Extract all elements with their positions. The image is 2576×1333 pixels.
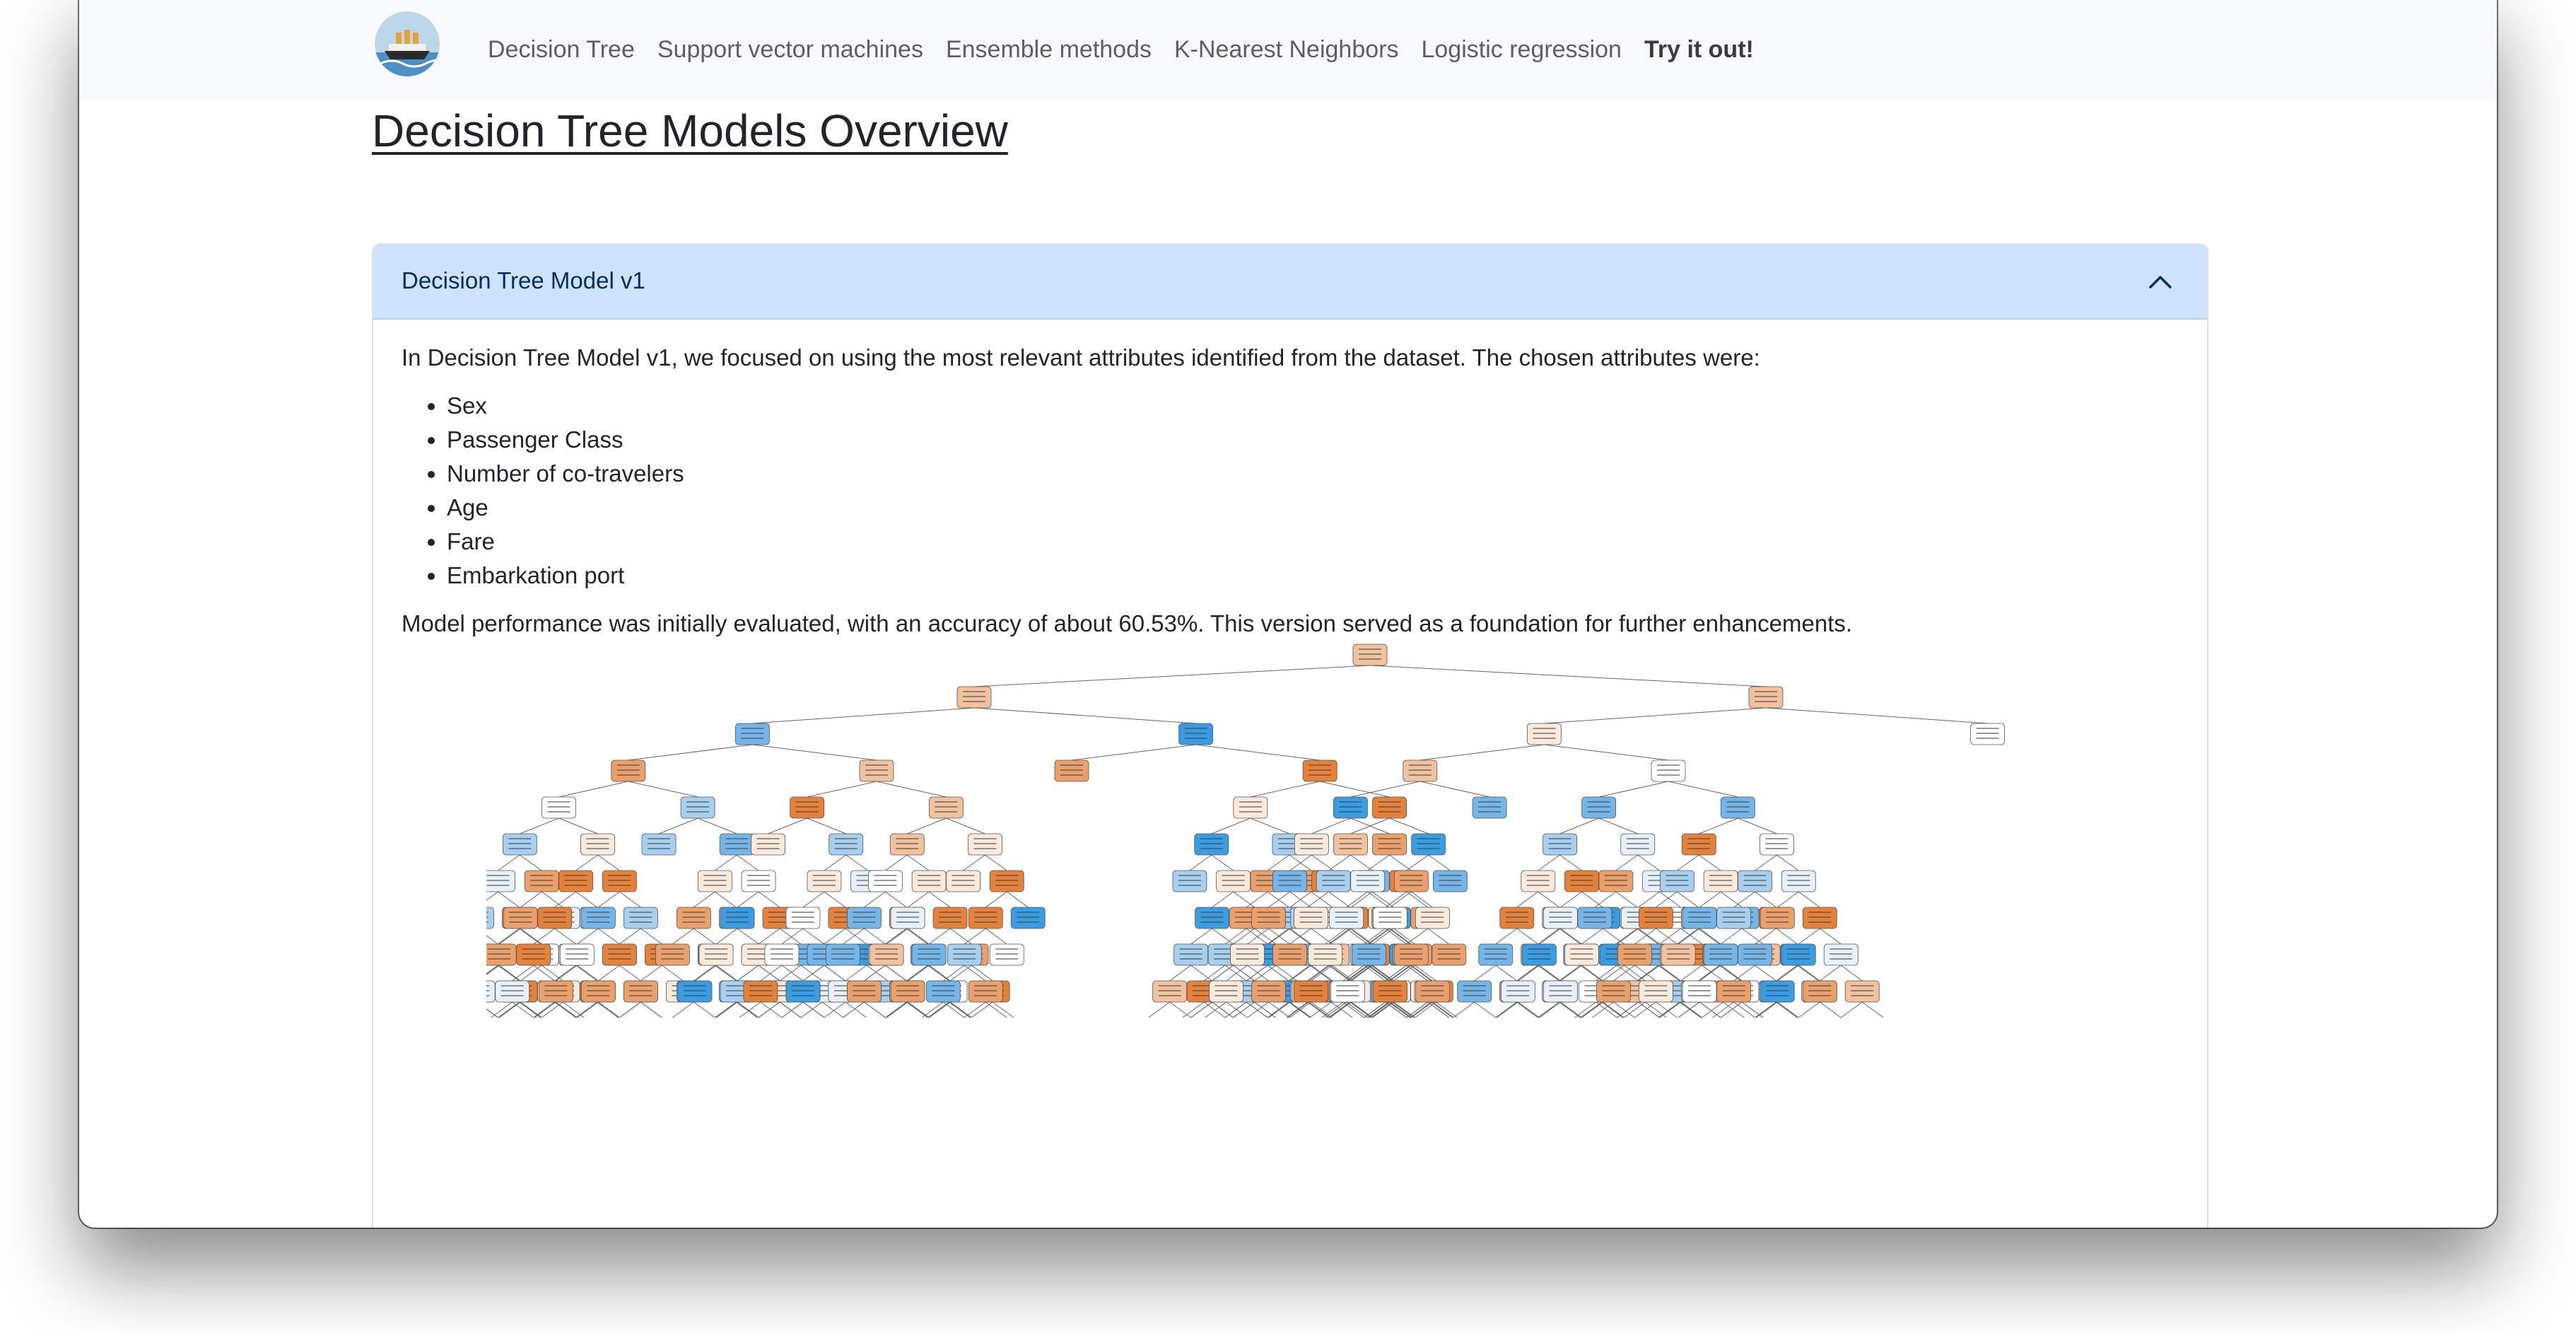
nav-link-ensemble-methods[interactable]: Ensemble methods (946, 36, 1152, 64)
browser-window: Decision Tree Support vector machines En… (79, 0, 2497, 1228)
chevron-up-icon (2146, 267, 2174, 296)
nav-link-decision-tree[interactable]: Decision Tree (488, 36, 635, 64)
accordion-header[interactable]: Decision Tree Model v1 (373, 245, 2207, 320)
nav-link-knn[interactable]: K-Nearest Neighbors (1174, 36, 1398, 64)
nav-links: Decision Tree Support vector machines En… (488, 28, 1754, 71)
performance-paragraph: Model performance was initially evaluate… (402, 610, 1853, 636)
nav-link-try-it-out[interactable]: Try it out! (1644, 36, 1754, 64)
accordion-title: Decision Tree Model v1 (402, 267, 645, 293)
navbar: Decision Tree Support vector machines En… (79, 0, 2497, 100)
list-item: Passenger Class (447, 423, 2183, 457)
accordion-model-v1: Decision Tree Model v1 In Decision Tree … (372, 243, 2208, 1228)
list-item: Number of co-travelers (447, 457, 2183, 491)
list-item: Embarkation port (447, 559, 2183, 593)
nav-link-svm[interactable]: Support vector machines (657, 36, 923, 64)
list-item: Fare (447, 525, 2183, 559)
intro-paragraph: In Decision Tree Model v1, we focused on… (402, 344, 1760, 371)
attribute-list: Sex Passenger Class Number of co-travele… (402, 389, 2183, 593)
decision-tree-diagram-icon (486, 644, 2006, 1018)
titanic-ship-logo-icon[interactable] (375, 11, 440, 76)
accordion-body: In Decision Tree Model v1, we focused on… (402, 341, 2183, 641)
nav-link-logistic-regression[interactable]: Logistic regression (1421, 36, 1621, 64)
list-item: Age (447, 491, 2183, 525)
list-item: Sex (447, 389, 2183, 423)
page-title: Decision Tree Models Overview (372, 105, 1008, 156)
